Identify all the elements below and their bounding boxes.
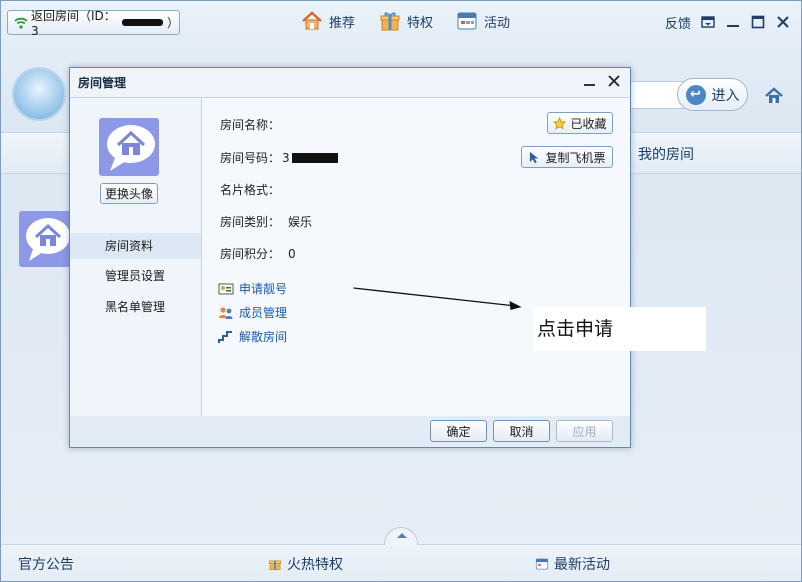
room-points-label: 房间积分： (220, 247, 281, 261)
chevron-up-icon (397, 533, 407, 538)
cursor-icon (530, 151, 539, 163)
sidebar-item-blacklist[interactable]: 黑名单管理 (70, 294, 201, 320)
dialog-minimize-icon[interactable] (584, 84, 595, 86)
card-format-row: 名片格式： (220, 181, 280, 198)
cancel-button[interactable]: 取消 (493, 420, 550, 442)
calendar-icon (535, 558, 549, 570)
room-name-label: 房间名称： (220, 118, 281, 132)
users-icon (219, 306, 233, 319)
room-category-value: 娱乐 (288, 215, 313, 229)
dissolve-room-label: 解散房间 (239, 330, 288, 344)
enter-room-button[interactable]: ↩ 进入 (677, 78, 748, 111)
signal-icon (14, 17, 28, 29)
collapse-toggle[interactable] (384, 527, 418, 545)
favorited-button[interactable]: 已收藏 (547, 112, 613, 134)
feedback-link[interactable]: 反馈 (665, 13, 691, 32)
room-category-label: 房间类别： (220, 215, 281, 229)
redacted-id (121, 19, 163, 26)
home-icon[interactable] (765, 87, 783, 105)
id-card-icon (218, 283, 234, 294)
room-info-panel: 房间名称： 已收藏 房间号码： 3 复制飞机票 名片格式： 房间类别： 娱乐 房… (203, 98, 706, 417)
close-icon[interactable] (776, 15, 790, 29)
back-to-room-suffix: ） (166, 16, 179, 30)
card-format-label: 名片格式： (220, 183, 281, 197)
copy-ticket-button[interactable]: 复制飞机票 (521, 146, 613, 168)
annotation-text: 点击申请 (537, 318, 614, 340)
room-avatar-icon (99, 118, 159, 176)
new-activity-label: 最新活动 (554, 557, 610, 573)
nav-recommend-label: 推荐 (329, 15, 356, 31)
app-window: 返回房间（ID：3 ） 推荐 特权 活动 反馈 ↩ 进入 我的房间 官方公告 火热… (0, 0, 802, 582)
nav-privilege-label: 特权 (407, 15, 434, 31)
room-number-label: 房间号码： (220, 151, 281, 165)
room-number-prefix: 3 (282, 150, 290, 165)
enter-room-label: 进入 (711, 87, 740, 104)
stairs-icon (218, 330, 232, 343)
top-bar: 返回房间（ID：3 ） 推荐 特权 活动 反馈 (1, 1, 801, 45)
minimize-icon[interactable] (726, 15, 740, 29)
apply-button[interactable]: 应用 (556, 420, 613, 442)
sidebar-item-admin-settings[interactable]: 管理员设置 (70, 263, 201, 289)
redacted-room-number (291, 152, 338, 163)
dialog-body: 更换头像 房间资料 管理员设置 黑名单管理 房间名称： 已收藏 房间号码： 3 (70, 97, 706, 417)
room-management-dialog: 房间管理 更换头像 房间资料 管理员设置 黑名单管理 房间名称： 已收藏 房间号… (69, 67, 706, 448)
dialog-sidebar: 更换头像 房间资料 管理员设置 黑名单管理 (70, 98, 202, 417)
official-notice-link[interactable]: 官方公告 (18, 554, 74, 574)
room-points-value: 0 (288, 246, 296, 261)
room-chat-icon[interactable] (19, 211, 73, 267)
nav-privilege[interactable]: 特权 (379, 10, 433, 32)
gift-icon (268, 560, 282, 571)
user-avatar[interactable] (12, 67, 66, 121)
nav-activity-label: 活动 (484, 15, 511, 31)
favorited-label: 已收藏 (570, 116, 607, 131)
room-number-row: 房间号码： 3 (220, 149, 338, 166)
member-management-link[interactable]: 成员管理 (218, 304, 287, 321)
enter-arrow-icon: ↩ (685, 84, 706, 105)
hot-privilege-link[interactable]: 火热特权 (268, 554, 343, 574)
dialog-close-icon[interactable] (607, 74, 621, 88)
dialog-footer: 确定 取消 应用 (70, 416, 630, 447)
back-to-room-button[interactable]: 返回房间（ID：3 ） (7, 9, 180, 38)
dialog-title: 房间管理 (78, 76, 127, 90)
bottom-bar (1, 544, 801, 581)
copy-ticket-label: 复制飞机票 (545, 150, 606, 165)
house-icon (302, 11, 322, 30)
apply-vip-number-label: 申请靓号 (239, 282, 288, 296)
room-name-row: 房间名称： (220, 116, 280, 133)
nav-activity[interactable]: 活动 (456, 10, 510, 32)
dissolve-room-link[interactable]: 解散房间 (218, 328, 287, 345)
annotation-callout: 点击申请 (533, 307, 706, 351)
ok-button[interactable]: 确定 (430, 420, 487, 442)
room-points-row: 房间积分： 0 (220, 245, 296, 262)
menu-icon[interactable] (701, 15, 715, 29)
my-room-tab[interactable]: 我的房间 (638, 144, 694, 164)
gift-icon (380, 12, 400, 31)
apply-vip-number-link[interactable]: 申请靓号 (218, 280, 287, 297)
member-management-label: 成员管理 (239, 306, 288, 320)
nav-recommend[interactable]: 推荐 (301, 10, 355, 32)
hot-privilege-label: 火热特权 (287, 557, 343, 573)
star-icon (553, 116, 567, 130)
maximize-icon[interactable] (751, 15, 765, 29)
change-avatar-button[interactable]: 更换头像 (100, 183, 158, 204)
sidebar-item-room-info[interactable]: 房间资料 (70, 233, 201, 259)
calendar-icon (457, 12, 477, 30)
room-category-row: 房间类别： 娱乐 (220, 213, 312, 230)
back-to-room-label: 返回房间（ID：3 (31, 9, 116, 38)
new-activity-link[interactable]: 最新活动 (535, 554, 610, 574)
